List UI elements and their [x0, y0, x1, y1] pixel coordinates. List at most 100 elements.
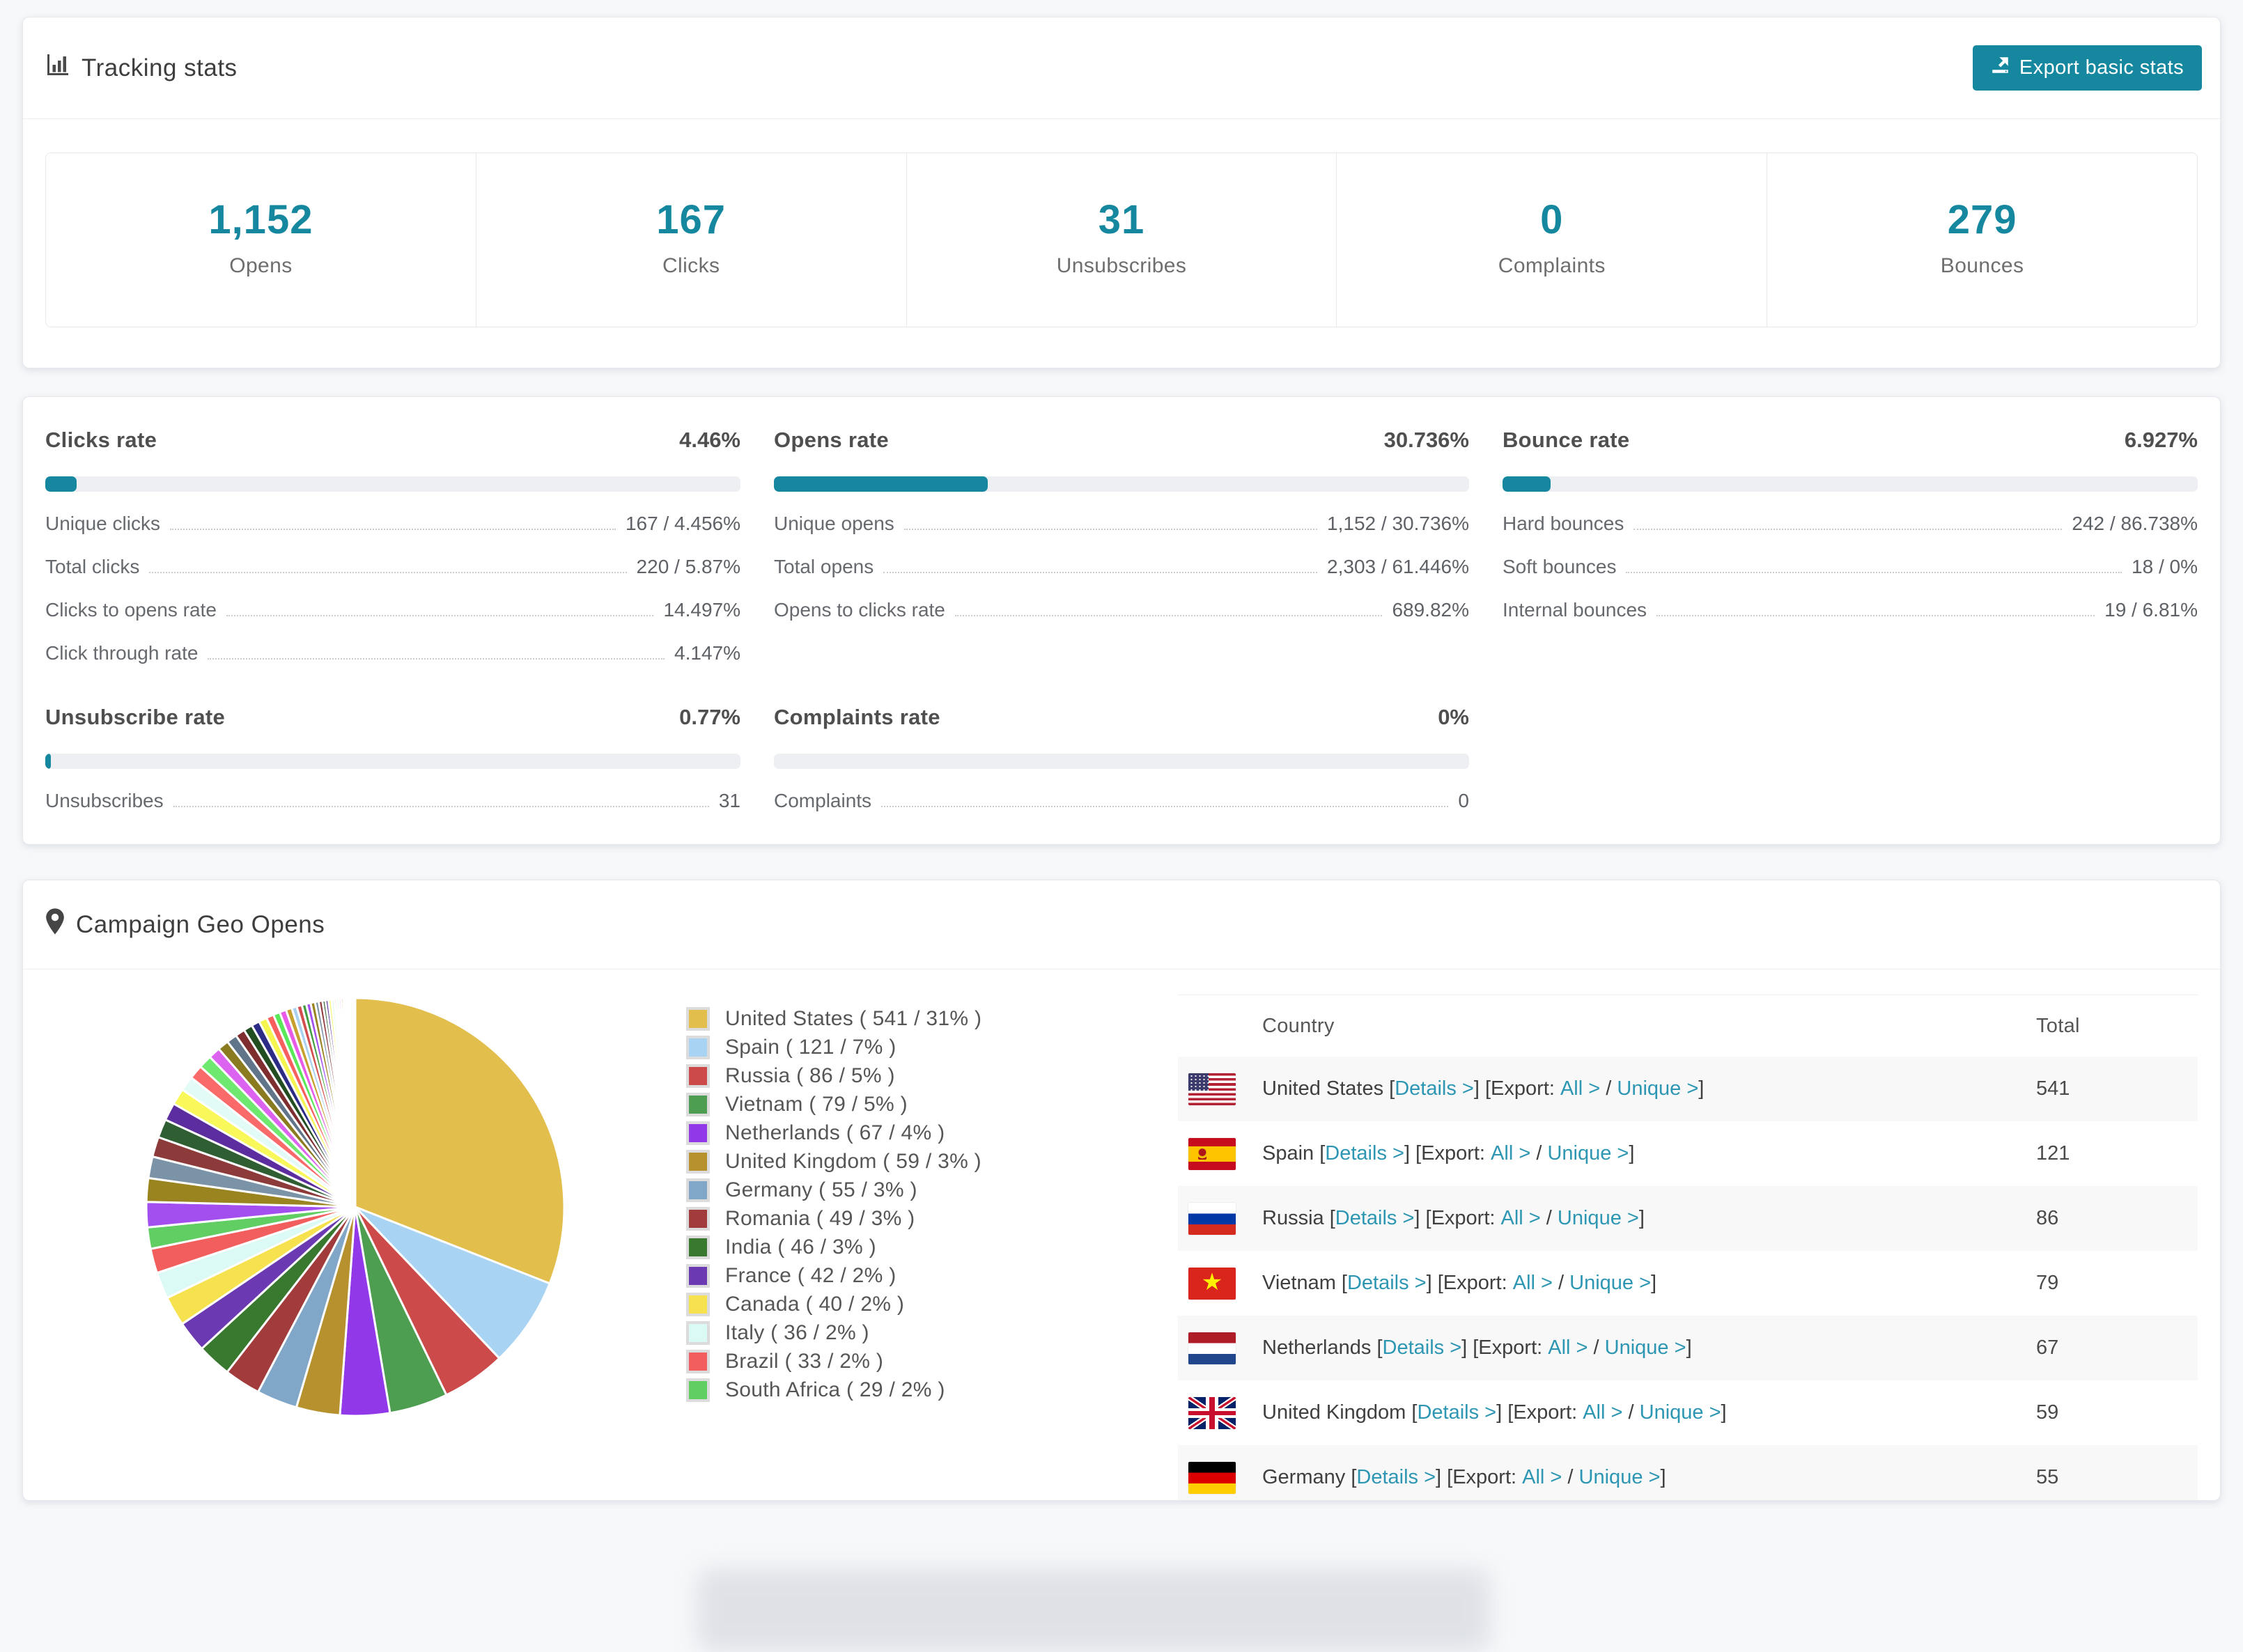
rate-row-label: Opens to clicks rate — [774, 599, 945, 621]
stat-label: Unsubscribes — [1056, 254, 1187, 277]
geo-pie-chart — [143, 995, 568, 1419]
stat-cell-bounces: 279 Bounces — [1767, 153, 2197, 327]
rate-row-label: Complaints — [774, 790, 872, 811]
legend-swatch — [686, 1092, 710, 1116]
legend-swatch — [686, 1178, 710, 1202]
country-name: Netherlands — [1262, 1337, 1377, 1359]
details-link[interactable]: Details > — [1383, 1337, 1462, 1359]
rate-row: Complaints 0 — [774, 790, 1469, 812]
dotted-leader — [226, 615, 654, 616]
tracking-stats-title: Tracking stats — [45, 52, 238, 84]
bracket: ] — [1629, 1142, 1635, 1164]
export-unique-link[interactable]: Unique > — [1605, 1337, 1686, 1359]
export-unique-link[interactable]: Unique > — [1579, 1466, 1661, 1489]
rate-head: Bounce rate 6.927% — [1503, 428, 2198, 453]
export-unique-link[interactable]: Unique > — [1569, 1272, 1651, 1295]
country-cell: Spain [Details >] [Export: All > / Uniqu… — [1188, 1137, 2036, 1170]
country-cell: Vietnam [Details >] [Export: All > / Uni… — [1188, 1267, 2036, 1300]
legend-swatch — [686, 1263, 710, 1288]
bracket: [ — [1319, 1142, 1326, 1164]
dotted-leader — [883, 572, 1318, 573]
flag-united-kingdom — [1188, 1396, 1236, 1429]
rate-row-value: 4.147% — [674, 642, 740, 664]
legend-label: Canada ( 40 / 2% ) — [725, 1292, 905, 1316]
bracket: ] [Export: — [1496, 1401, 1583, 1424]
export-all-link[interactable]: All > — [1513, 1272, 1553, 1295]
bracket: ] — [1651, 1272, 1657, 1294]
country-name: United Kingdom — [1262, 1401, 1412, 1424]
progress-fill — [1503, 476, 1551, 492]
legend-item: South Africa ( 29 / 2% ) — [686, 1376, 1076, 1404]
details-link[interactable]: Details > — [1417, 1401, 1496, 1424]
rate-row-value: 1,152 / 30.736% — [1327, 513, 1469, 534]
rate-row: Opens to clicks rate 689.82% — [774, 599, 1469, 621]
progress-track — [774, 754, 1469, 769]
export-unique-link[interactable]: Unique > — [1547, 1142, 1629, 1165]
bracket: ] — [1686, 1337, 1692, 1359]
legend-swatch — [686, 1235, 710, 1259]
legend-label: Netherlands ( 67 / 4% ) — [725, 1121, 945, 1144]
rate-row-value: 19 / 6.81% — [2104, 599, 2198, 621]
rate-row-value: 242 / 86.738% — [2072, 513, 2198, 534]
rate-row-label: Total opens — [774, 556, 874, 577]
stat-label: Bounces — [1940, 254, 2024, 277]
rate-row-value: 689.82% — [1392, 599, 1469, 621]
geo-title: Campaign Geo Opens — [45, 908, 325, 941]
bracket: ] [Export: — [1426, 1272, 1513, 1294]
legend-label: Romania ( 49 / 3% ) — [725, 1206, 915, 1230]
total-cell: 86 — [2036, 1207, 2059, 1229]
legend-label: Brazil ( 33 / 2% ) — [725, 1349, 884, 1373]
details-link[interactable]: Details > — [1335, 1207, 1415, 1230]
rate-row: Clicks to opens rate 14.497% — [45, 599, 740, 621]
export-basic-stats-label: Export basic stats — [2019, 56, 2184, 79]
export-unique-link[interactable]: Unique > — [1640, 1401, 1721, 1424]
bracket: [ — [1376, 1337, 1383, 1359]
legend-swatch — [686, 1206, 710, 1231]
slash: / — [1540, 1207, 1558, 1229]
dotted-leader — [954, 615, 1383, 616]
details-link[interactable]: Details > — [1325, 1142, 1404, 1165]
slash: / — [1562, 1466, 1579, 1488]
legend-item: United States ( 541 / 31% ) — [686, 1004, 1076, 1033]
bracket: ] [Export: — [1473, 1077, 1560, 1100]
bracket: ] — [1660, 1466, 1666, 1488]
details-link[interactable]: Details > — [1347, 1272, 1427, 1295]
legend-swatch — [686, 1292, 710, 1316]
table-row: Spain [Details >] [Export: All > / Uniqu… — [1178, 1121, 2198, 1186]
details-link[interactable]: Details > — [1356, 1466, 1436, 1489]
bracket: ] [Export: — [1414, 1207, 1501, 1229]
export-basic-stats-button[interactable]: Export basic stats — [1972, 45, 2202, 91]
export-all-link[interactable]: All > — [1560, 1077, 1600, 1100]
rate-block-unsubscribe-rate: Unsubscribe rate 0.77% Unsubscribes 31 — [45, 705, 740, 812]
legend-swatch — [686, 1006, 710, 1031]
table-row: Vietnam [Details >] [Export: All > / Uni… — [1178, 1251, 2198, 1316]
rate-row: Total clicks 220 / 5.87% — [45, 556, 740, 578]
stat-cell-clicks: 167 Clicks — [475, 153, 906, 327]
export-all-link[interactable]: All > — [1522, 1466, 1562, 1489]
rate-row-label: Click through rate — [45, 642, 199, 664]
legend-swatch — [686, 1378, 710, 1402]
legend-label: Italy ( 36 / 2% ) — [725, 1320, 869, 1344]
tracking-stats-card: Tracking stats Export basic stats 1,152 O… — [22, 17, 2221, 368]
progress-fill — [45, 476, 77, 492]
page-bottom-overlay — [697, 1568, 1491, 1652]
rate-value: 4.46% — [679, 428, 740, 452]
flag-united-states — [1188, 1073, 1236, 1105]
export-all-link[interactable]: All > — [1548, 1337, 1588, 1359]
export-unique-link[interactable]: Unique > — [1617, 1077, 1698, 1100]
legend-swatch — [686, 1349, 710, 1373]
bracket: [ — [1389, 1077, 1395, 1100]
rate-head: Complaints rate 0% — [774, 705, 1469, 730]
rate-row-label: Unique opens — [774, 513, 894, 534]
legend-label: United Kingdom ( 59 / 3% ) — [725, 1149, 981, 1173]
rate-rows: Complaints 0 — [774, 790, 1469, 812]
country-cell: United States [Details >] [Export: All >… — [1188, 1073, 2036, 1105]
bracket: ] [Export: — [1461, 1337, 1549, 1359]
export-all-link[interactable]: All > — [1583, 1401, 1622, 1424]
slash: / — [1622, 1401, 1640, 1424]
details-link[interactable]: Details > — [1395, 1077, 1474, 1100]
export-all-link[interactable]: All > — [1501, 1207, 1541, 1230]
dotted-leader — [1633, 529, 2063, 530]
export-unique-link[interactable]: Unique > — [1558, 1207, 1639, 1230]
export-all-link[interactable]: All > — [1491, 1142, 1530, 1165]
